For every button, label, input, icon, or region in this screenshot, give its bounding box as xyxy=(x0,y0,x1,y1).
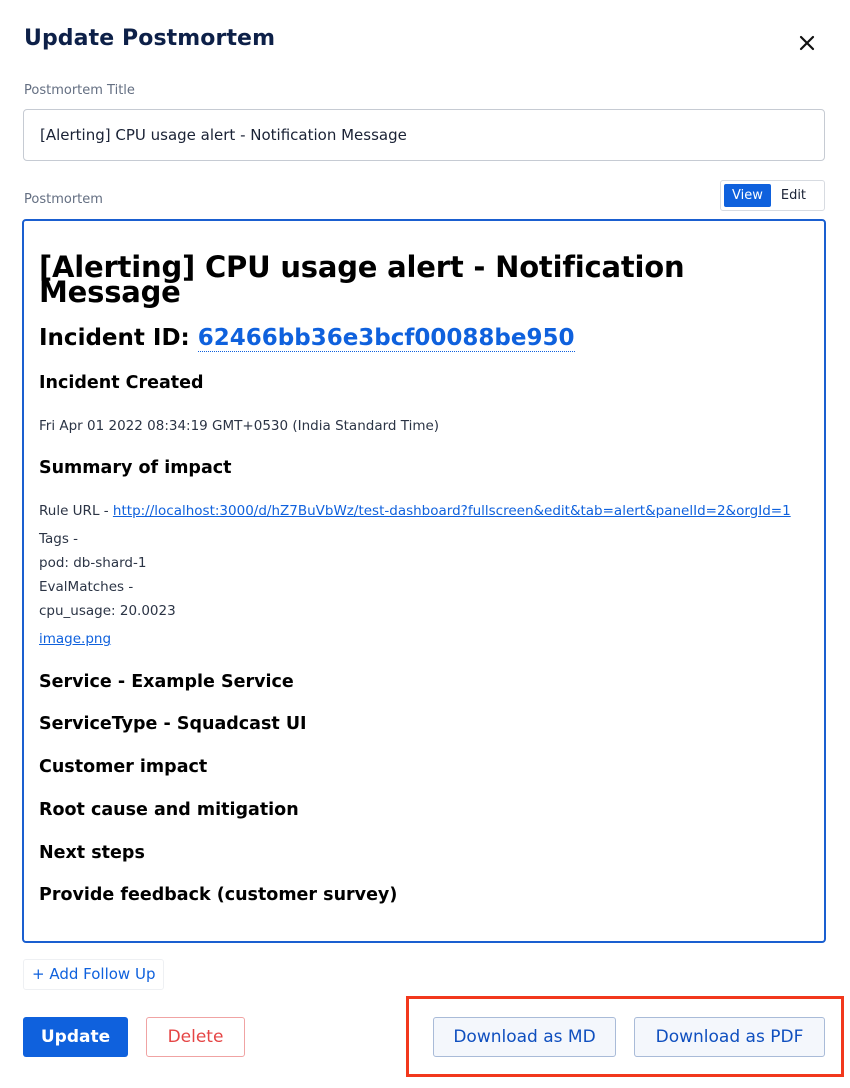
postmortem-title-input[interactable] xyxy=(23,109,825,161)
rule-url-link[interactable]: http://localhost:3000/d/hZ7BuVbWz/test-d… xyxy=(113,503,791,519)
service-heading: Service - Example Service xyxy=(39,672,294,692)
modal-title: Update Postmortem xyxy=(24,26,276,51)
close-icon[interactable] xyxy=(796,32,818,54)
image-attachment-link[interactable]: image.png xyxy=(39,631,111,647)
incident-id-label: Incident ID: xyxy=(39,325,198,351)
eval-matches-label: EvalMatches - xyxy=(39,579,134,595)
root-cause-heading: Root cause and mitigation xyxy=(39,800,299,820)
delete-button[interactable]: Delete xyxy=(146,1017,245,1057)
title-field-label: Postmortem Title xyxy=(24,83,135,98)
next-steps-heading: Next steps xyxy=(39,843,145,863)
incident-id-link[interactable]: 62466bb36e3bcf00088be950 xyxy=(197,325,575,352)
add-follow-up-button[interactable]: + Add Follow Up xyxy=(23,959,165,990)
postmortem-viewer[interactable]: [Alerting] CPU usage alert - Notificatio… xyxy=(22,219,826,943)
incident-id-heading: Incident ID: 62466bb36e3bcf00088be950 xyxy=(39,325,575,352)
edit-mode-button[interactable]: Edit xyxy=(773,184,814,207)
feedback-heading: Provide feedback (customer survey) xyxy=(39,885,398,905)
customer-impact-heading: Customer impact xyxy=(39,757,208,777)
update-button[interactable]: Update xyxy=(23,1017,128,1057)
eval-matches-value: cpu_usage: 20.0023 xyxy=(39,603,176,619)
view-mode-button[interactable]: View xyxy=(724,184,771,207)
incident-created-heading: Incident Created xyxy=(39,373,204,393)
summary-heading: Summary of impact xyxy=(39,458,232,478)
postmortem-field-label: Postmortem xyxy=(24,192,103,207)
tags-label: Tags - xyxy=(39,531,79,547)
rule-url-label: Rule URL - xyxy=(39,503,113,519)
download-pdf-button[interactable]: Download as PDF xyxy=(634,1017,825,1057)
tag-value: pod: db-shard-1 xyxy=(39,555,147,571)
incident-created-value: Fri Apr 01 2022 08:34:19 GMT+0530 (India… xyxy=(39,418,440,434)
rule-url-line: Rule URL - http://localhost:3000/d/hZ7Bu… xyxy=(39,503,791,519)
document-heading: [Alerting] CPU usage alert - Notificatio… xyxy=(39,250,685,309)
download-md-button[interactable]: Download as MD xyxy=(433,1017,616,1057)
view-edit-toggle: View Edit xyxy=(720,180,825,211)
service-type-heading: ServiceType - Squadcast UI xyxy=(39,714,307,734)
